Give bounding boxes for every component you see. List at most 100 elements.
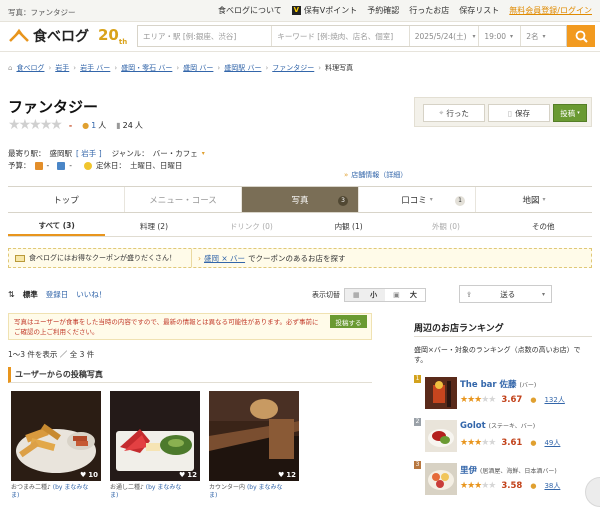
- photo-caption: おつまみ二種♪ (by まなみな ま): [11, 484, 89, 499]
- pref-tag[interactable]: [ 岩手 ]: [76, 148, 102, 159]
- photo-appetizer-image: [110, 391, 200, 481]
- camera-icon: ♥: [79, 471, 87, 479]
- top-bar: 写真：ファンタジー 食べログについて V 保有Vポイント 予約確認 行ったお店 保…: [0, 0, 600, 22]
- ranking-title: 周辺のお店ランキング: [414, 324, 504, 334]
- tab-map[interactable]: 地図 ▾: [476, 187, 592, 212]
- tab-reviews[interactable]: 口コミ ▾ 1: [359, 187, 476, 212]
- date-select[interactable]: 2025/5/24(土) ▾: [410, 26, 480, 46]
- post-photo-button[interactable]: 投稿する: [330, 315, 367, 328]
- visited-link[interactable]: 行ったお店: [409, 5, 449, 16]
- photo-category-tabs: すべて (3) 料理 (2) ドリンク (0) 内観 (1) 外観 (0) その…: [8, 216, 592, 237]
- ranking-item[interactable]: 3 里伊 (居酒屋、海鮮、日本酒バー) ★★★★★ 3.58 ● 38人: [414, 461, 594, 499]
- people-select[interactable]: 2名 ▾: [521, 26, 566, 46]
- share-icon: ⇪: [466, 289, 473, 299]
- tab-top[interactable]: トップ: [8, 187, 125, 212]
- ranking-thumbnail: [425, 377, 457, 409]
- chevron-down-icon: ▾: [541, 290, 545, 298]
- top-breadcrumb: 写真：ファンタジー: [8, 8, 76, 17]
- breadcrumb-item[interactable]: ファンタジー: [272, 63, 314, 73]
- saved-count[interactable]: ▮ 24 人: [116, 120, 143, 131]
- ranking-shop-name: The bar 佐藤 (バー): [460, 380, 537, 390]
- anniversary-badge: 20th: [98, 26, 128, 46]
- went-button[interactable]: ⌖ 行った: [423, 104, 485, 122]
- coupon-icon: [15, 254, 25, 262]
- rank-badge: 2: [414, 418, 421, 426]
- photo-thumbnail[interactable]: ♥ 12: [209, 391, 299, 481]
- ranking-shop-name: Golot (ステーキ、バー): [460, 421, 536, 431]
- rating-stars: ★★★★★: [460, 481, 496, 491]
- logo-icon: [9, 28, 29, 42]
- rating-score: -: [68, 120, 73, 130]
- breadcrumb-item[interactable]: 食べログ: [16, 63, 44, 73]
- ranking-thumbnail: [425, 463, 457, 495]
- tab-photos[interactable]: 写真 3: [242, 187, 359, 212]
- sort-date[interactable]: 登録日: [46, 289, 69, 300]
- holiday-icon: [83, 161, 92, 170]
- breadcrumb-item[interactable]: 岩手: [55, 63, 69, 73]
- subtab-other[interactable]: その他: [495, 216, 592, 236]
- coupon-banner: 食べログにはお得なクーポンが盛りだくさん！ › 盛岡 × バー でクーポンのある…: [8, 248, 592, 268]
- coupon-search-link[interactable]: › 盛岡 × バー でクーポンのあるお店を探す: [192, 253, 346, 264]
- about-link[interactable]: 食べログについて: [218, 5, 282, 16]
- post-button[interactable]: 投稿 ▾: [553, 104, 587, 122]
- display-small[interactable]: ▦ 小: [345, 289, 386, 301]
- comment-icon: ●: [530, 482, 537, 490]
- ranking-score: 3.61: [501, 438, 523, 448]
- breadcrumb-item[interactable]: 盛岡 バー: [183, 63, 213, 73]
- photo-like-count: ♥ 12: [277, 471, 296, 479]
- ranking-description: 盛岡×バー・対象のランキング（点数の高いお店）です。: [414, 346, 581, 364]
- logo-text: 食べログ: [33, 29, 89, 45]
- home-icon: ⌂: [8, 64, 13, 72]
- vpoint-link[interactable]: V 保有Vポイント: [291, 5, 357, 16]
- breadcrumb-current: 料理写真: [325, 64, 354, 72]
- shop-name: ファンタジー: [8, 98, 99, 116]
- rating-stars: ★★★★★: [460, 395, 496, 405]
- tab-menu[interactable]: メニュー・コース: [125, 187, 242, 212]
- ranking-item[interactable]: 1 The bar 佐藤 (バー) ★★★★★ 3.67 ● 132人: [414, 375, 594, 413]
- share-dropdown[interactable]: ⇪ 送る ▾: [459, 285, 552, 303]
- camera-icon: ♥: [178, 471, 186, 479]
- action-box: ⌖ 行った ▯ 保存 投稿 ▾: [414, 97, 592, 127]
- vpoint-icon: V: [291, 6, 301, 15]
- breadcrumb-item[interactable]: 盛岡・零石 バー: [121, 63, 172, 73]
- bookmark-icon: ▮: [116, 120, 121, 130]
- comment-icon: ●: [530, 396, 537, 404]
- shop-info-station: 最寄り駅： 盛岡駅 [ 岩手 ] ジャンル： バー・カフェ ▾: [8, 148, 205, 159]
- subtab-food[interactable]: 料理 (2): [105, 216, 202, 236]
- search-button[interactable]: [567, 25, 595, 47]
- save-button[interactable]: ▯ 保存: [488, 104, 550, 122]
- comment-icon: ●: [82, 120, 90, 130]
- saved-list-link[interactable]: 保存リスト: [459, 5, 499, 16]
- photo-thumbnail[interactable]: ♥ 12: [110, 391, 200, 481]
- subtab-all[interactable]: すべて (3): [8, 216, 106, 236]
- ranking-rating: ★★★★★ 3.67 ● 132人: [460, 395, 565, 405]
- result-count: 1～3 件を表示 ／ 全 3 件: [8, 350, 95, 359]
- camera-icon: ♥: [277, 471, 285, 479]
- photo-like-count: ♥ 12: [178, 471, 197, 479]
- signup-link[interactable]: 無料会員登録/ログイン: [509, 5, 592, 16]
- photo-thumbnail[interactable]: ♥ 10: [11, 391, 101, 481]
- photo-notice: 写真はユーザーが食事をした当時の内容ですので、最新の情報とは異なる可能性がありま…: [8, 313, 372, 340]
- reservation-link[interactable]: 予約確認: [367, 5, 399, 16]
- time-select[interactable]: 19:00 ▾: [479, 26, 522, 46]
- sort-standard[interactable]: 標準: [23, 289, 38, 300]
- breadcrumb-item[interactable]: 盛岡駅 バー: [224, 63, 261, 73]
- tabelog-logo[interactable]: 食べログ 20th: [8, 26, 127, 46]
- pin-icon: ⌖: [439, 108, 444, 117]
- subtab-interior[interactable]: 内観 (1): [300, 216, 397, 236]
- sort-like[interactable]: いいね！: [76, 289, 106, 300]
- ranking-item[interactable]: 2 Golot (ステーキ、バー) ★★★★★ 3.61 ● 49人: [414, 418, 594, 456]
- display-large[interactable]: ▣ 大: [385, 289, 425, 301]
- area-input[interactable]: エリア・駅 [例:銀座、渋谷]: [138, 26, 273, 46]
- coupon-promo: 食べログにはお得なクーポンが盛りだくさん！: [9, 249, 192, 267]
- ranking-rating: ★★★★★ 3.58 ● 38人: [460, 481, 560, 491]
- main-tabs: トップ メニュー・コース 写真 3 口コミ ▾ 1 地図 ▾: [8, 186, 592, 213]
- photo-caption: カウンター内 (by まなみな ま): [209, 484, 283, 499]
- info-icon: »: [344, 171, 349, 179]
- sort-row: ⇅ 標準 登録日 いいね！: [8, 289, 106, 300]
- store-info-link[interactable]: » 店舗情報（詳細）: [344, 170, 407, 180]
- breadcrumb-item[interactable]: 岩手 バー: [80, 63, 110, 73]
- ranking-shop-name: 里伊 (居酒屋、海鮮、日本酒バー): [460, 466, 557, 476]
- review-count[interactable]: ● 1人: [82, 120, 106, 131]
- keyword-input[interactable]: キーワード [例:焼肉、店名、個室]: [272, 26, 410, 46]
